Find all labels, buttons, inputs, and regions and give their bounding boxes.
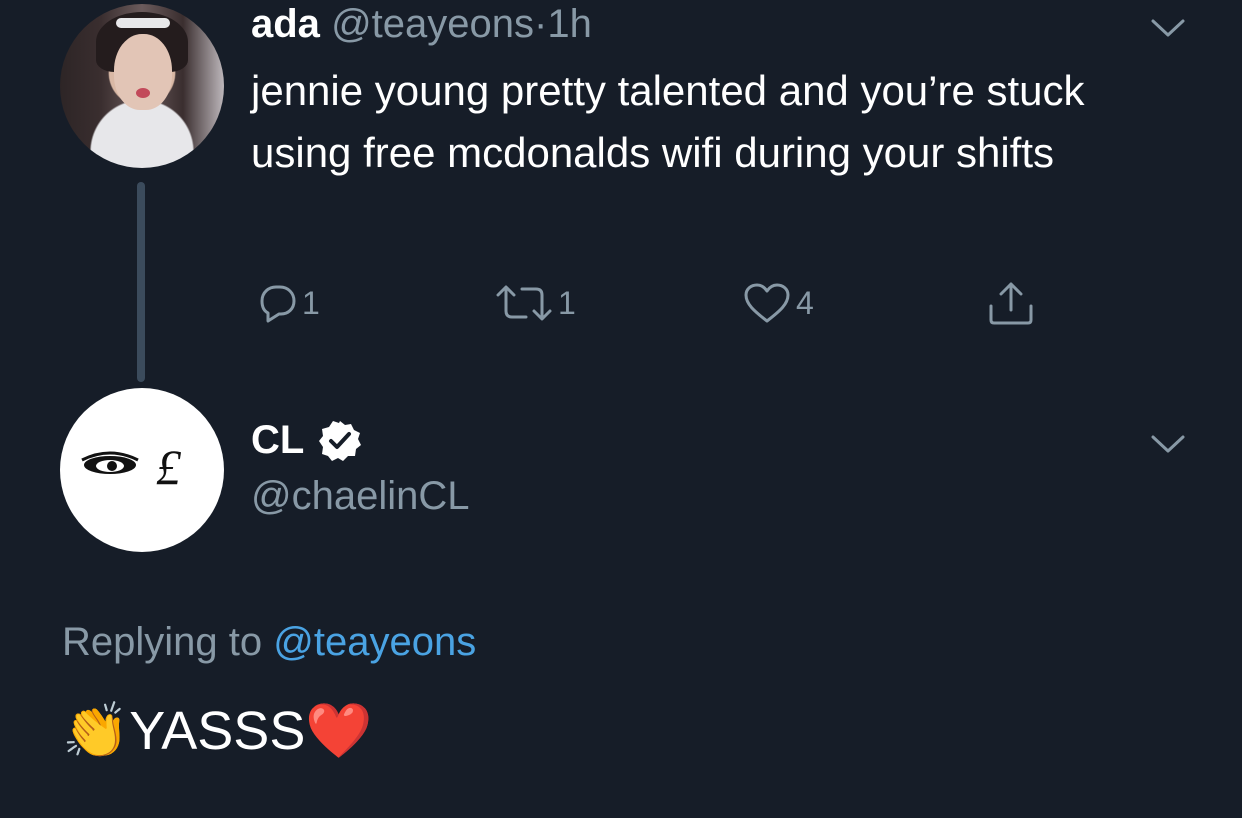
replying-to-label: Replying to — [62, 620, 263, 664]
thread-connector-line — [137, 182, 145, 382]
reply-author-handle[interactable]: @chaelinCL — [251, 474, 470, 519]
reply-text-body: YASSS — [129, 701, 306, 761]
avatar-lips — [136, 88, 150, 98]
retweet-count: 1 — [558, 284, 576, 321]
clapping-hands-emoji: 👏 — [62, 701, 130, 761]
share-icon — [989, 282, 1033, 325]
separator-dot: · — [534, 2, 548, 46]
svg-text:£: £ — [156, 439, 182, 495]
retweet-button[interactable]: 1 — [494, 280, 576, 326]
reply-text: 👏 YASSS ❤️ — [62, 700, 373, 762]
retweet-icon — [496, 285, 552, 321]
tweet-text: jennie young pretty talented and you’re … — [251, 67, 1085, 176]
chevron-down-icon[interactable] — [1150, 16, 1186, 40]
replying-to-handle-link[interactable]: @teayeons — [273, 620, 476, 664]
like-button[interactable]: 4 — [742, 280, 814, 326]
red-heart-emoji: ❤️ — [305, 701, 373, 761]
like-count: 4 — [796, 284, 814, 321]
chevron-down-icon[interactable] — [1150, 432, 1186, 456]
reply-author-name-row: CL — [251, 418, 362, 463]
heart-icon — [744, 283, 790, 323]
reply-button[interactable]: 1 — [254, 280, 320, 326]
replying-to-line: Replying to @teayeons — [62, 620, 476, 665]
tweet-header: ada @teayeons·1h — [251, 2, 592, 47]
reply-count: 1 — [302, 284, 320, 321]
avatar-cl[interactable]: £ — [60, 388, 224, 552]
cl-logo-icon: £ — [81, 439, 182, 495]
author-name[interactable]: ada — [251, 2, 320, 46]
avatar-ada[interactable] — [60, 4, 224, 168]
verified-badge-icon — [319, 420, 362, 461]
tweet-time[interactable]: 1h — [547, 2, 592, 46]
reply-icon — [260, 285, 296, 323]
reply-author-name[interactable]: CL — [251, 418, 304, 463]
avatar-headband — [116, 18, 170, 28]
author-handle[interactable]: @teayeons — [331, 2, 534, 46]
avatar-face — [114, 34, 172, 110]
share-button[interactable] — [986, 280, 1040, 326]
